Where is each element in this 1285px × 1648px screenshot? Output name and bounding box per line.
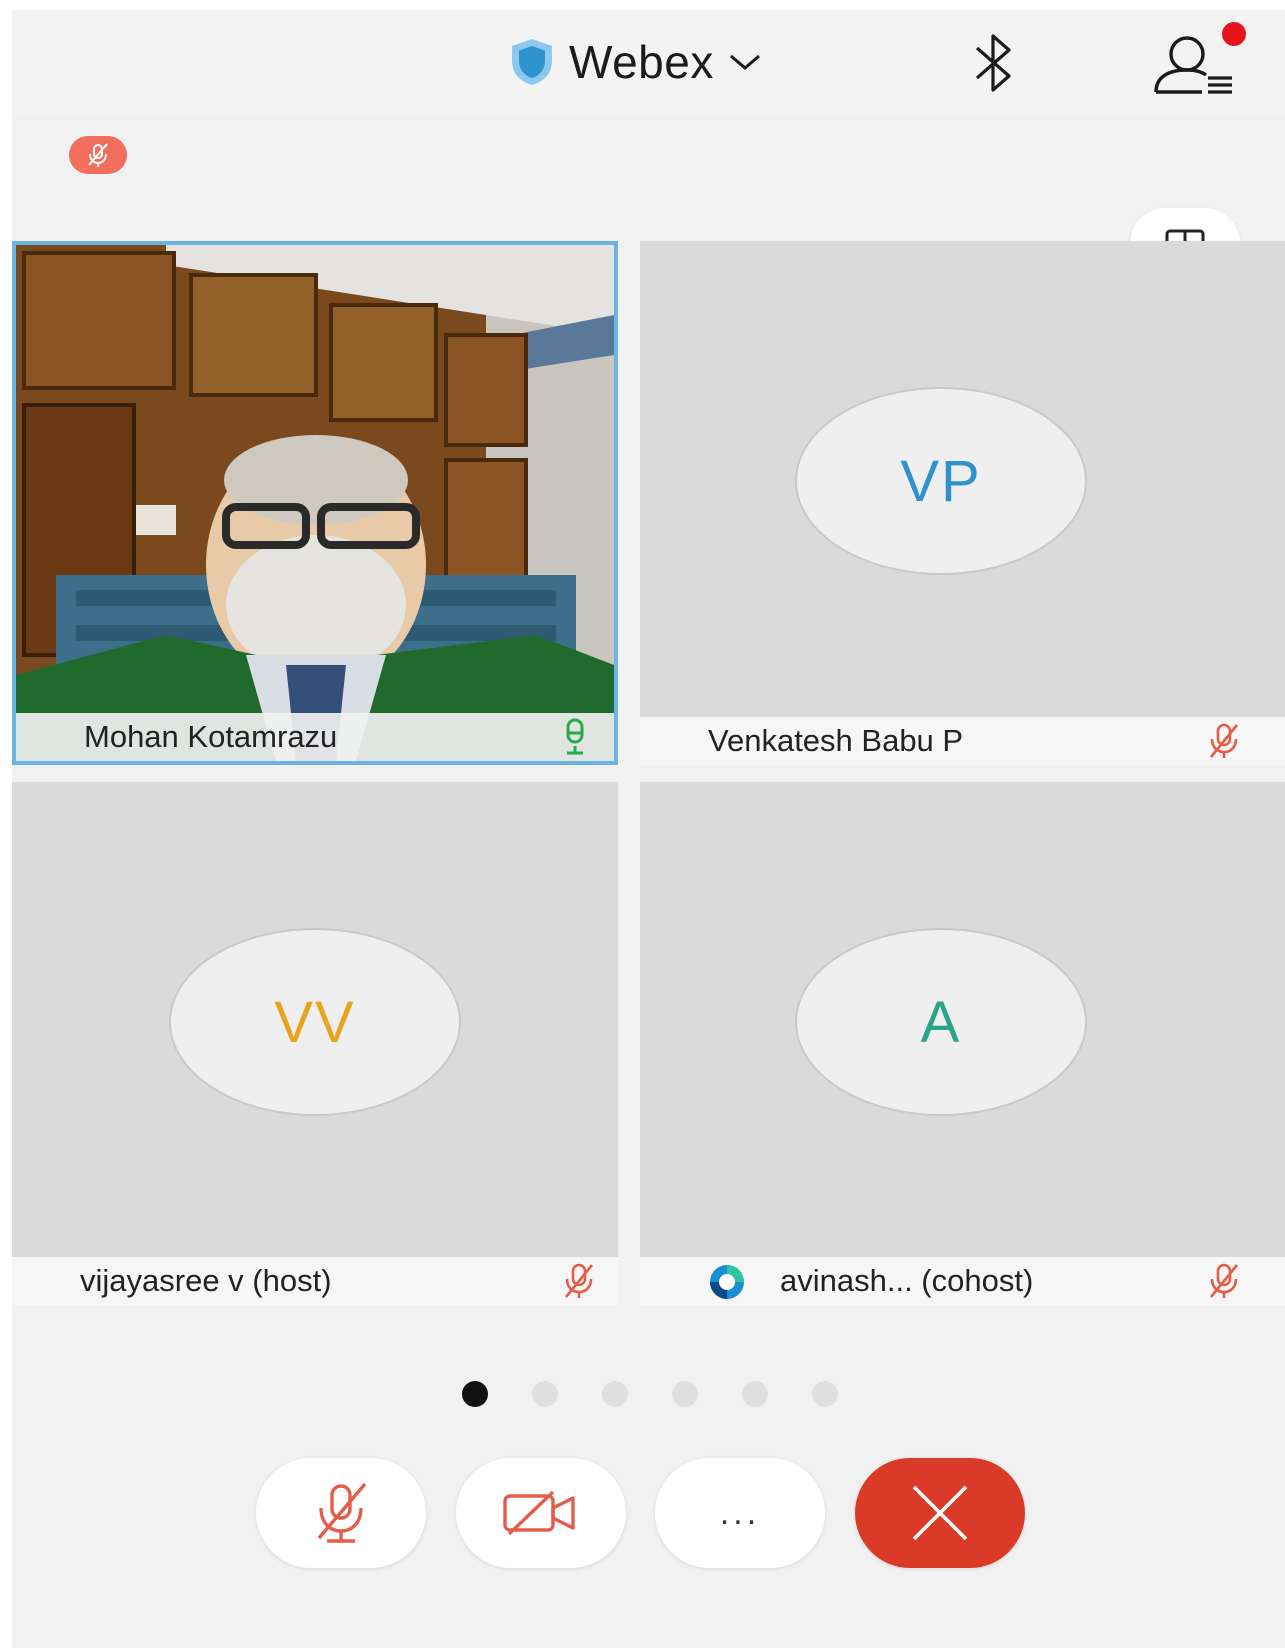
muted-mic-icon [88,143,108,167]
bluetooth-icon [975,34,1011,92]
page-dot[interactable] [812,1381,838,1407]
participant-name: Mohan Kotamrazu [84,719,338,754]
avatar-initials: A [920,989,962,1055]
notification-dot [1222,22,1246,46]
muted-mic-icon [564,1263,594,1298]
self-mute-indicator [69,136,127,174]
avatar: VP [795,387,1087,575]
participants-button[interactable] [1152,22,1246,102]
mute-button[interactable] [256,1458,426,1568]
page-dot[interactable] [742,1381,768,1407]
muted-mic-icon [317,1482,367,1543]
top-bar: Webex [12,10,1285,116]
chevron-down-icon [729,54,760,70]
participant-name: vijayasree v (host) [80,1263,332,1298]
webex-app-icon [710,1265,744,1299]
avatar-initials: VV [274,989,356,1055]
participant-name: Venkatesh Babu P [708,723,964,758]
video-toggle-button[interactable] [456,1458,626,1568]
bluetooth-button[interactable] [967,30,1021,96]
app-title: Webex [569,36,714,88]
shield-icon [512,39,552,85]
video-tile-venkatesh[interactable]: VP Venkatesh Babu P [640,241,1285,765]
mic-on-icon [566,718,584,755]
video-tile-mohan[interactable]: Mohan Kotamrazu [12,241,618,765]
page-dot[interactable] [672,1381,698,1407]
participant-name-bar: Mohan Kotamrazu [16,713,614,761]
page-dot[interactable] [462,1381,488,1407]
avatar: VV [169,928,461,1116]
participant-name: avinash... (cohost) [780,1263,1034,1298]
end-call-button[interactable] [855,1458,1025,1568]
meeting-title-dropdown[interactable]: Webex [509,32,762,92]
avatar: A [795,928,1087,1116]
page-dot[interactable] [602,1381,628,1407]
participant-name-bar: avinash... (cohost) [640,1257,1285,1305]
participant-name-bar: vijayasree v (host) [12,1257,618,1305]
video-off-icon [503,1490,575,1536]
meeting-screen: Webex Mohan Kotamrazu VP Venkatesh Babu … [12,10,1285,1648]
close-icon [912,1485,968,1541]
avatar-initials: VP [900,448,982,514]
more-icon: ... [719,1493,761,1532]
participant-name-bar: Venkatesh Babu P [640,717,1285,765]
participant-video [16,245,614,761]
page-indicator [462,1381,838,1407]
video-tile-vijayasree[interactable]: VV vijayasree v (host) [12,782,618,1305]
more-options-button[interactable]: ... [655,1458,825,1568]
muted-mic-icon [1209,723,1239,758]
page-dot[interactable] [532,1381,558,1407]
video-tile-avinash[interactable]: A avinash... (cohost) [640,782,1285,1305]
muted-mic-icon [1209,1263,1239,1298]
